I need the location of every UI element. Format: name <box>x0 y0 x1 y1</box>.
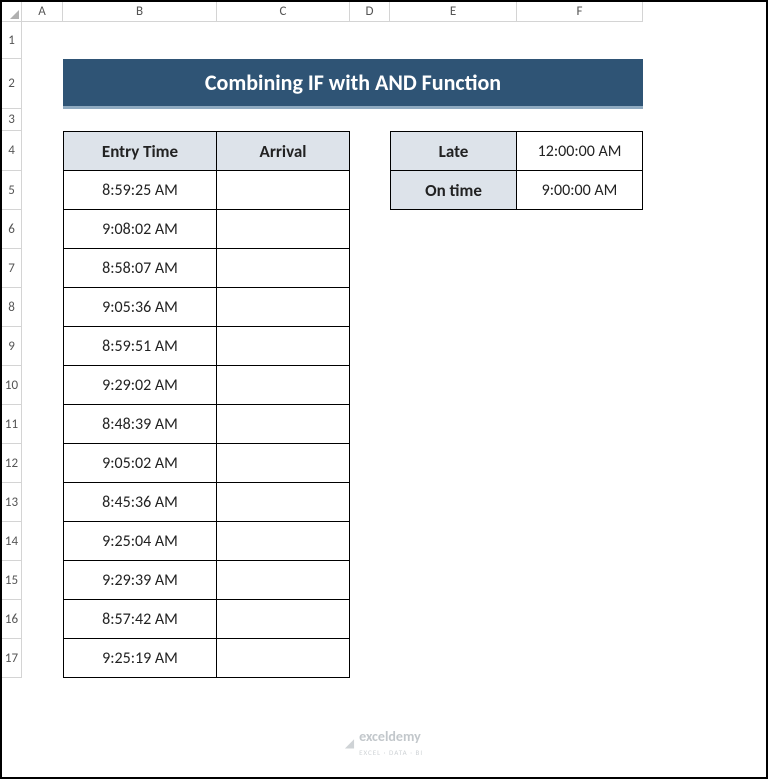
arrival-cell[interactable] <box>217 600 350 639</box>
watermark-tag: EXCEL · DATA · BI <box>359 748 423 757</box>
entry-time-cell[interactable]: 9:25:04 AM <box>63 522 217 561</box>
row-header-14[interactable]: 14 <box>2 522 22 561</box>
entry-time-cell[interactable]: 9:05:02 AM <box>63 444 217 483</box>
header-arrival[interactable]: Arrival <box>217 131 350 171</box>
arrival-cell[interactable] <box>217 522 350 561</box>
col-header-D[interactable]: D <box>350 2 390 22</box>
row-header-6[interactable]: 6 <box>2 210 22 249</box>
arrival-cell[interactable] <box>217 405 350 444</box>
label-ontime[interactable]: On time <box>390 171 517 210</box>
row-header-3[interactable]: 3 <box>2 109 22 131</box>
row-headers: 1 2 3 4 5 6 7 8 9 10 11 12 13 14 15 16 1… <box>2 22 22 678</box>
arrival-cell[interactable] <box>217 444 350 483</box>
row-header-16[interactable]: 16 <box>2 600 22 639</box>
spreadsheet-grid[interactable]: A B C D E F <box>2 2 766 22</box>
row-header-10[interactable]: 10 <box>2 366 22 405</box>
arrival-cell[interactable] <box>217 171 350 210</box>
entry-time-cell[interactable]: 8:45:36 AM <box>63 483 217 522</box>
arrival-cell[interactable] <box>217 483 350 522</box>
entry-time-cell[interactable]: 8:58:07 AM <box>63 249 217 288</box>
entry-time-cell[interactable]: 8:59:51 AM <box>63 327 217 366</box>
col-header-F[interactable]: F <box>517 2 643 22</box>
data-rows: 9:08:02 AM8:58:07 AM9:05:36 AM8:59:51 AM… <box>63 210 766 678</box>
row-header-1[interactable]: 1 <box>2 22 22 59</box>
row-header-2[interactable]: 2 <box>2 59 22 109</box>
select-all-triangle[interactable] <box>2 2 22 22</box>
arrival-cell[interactable] <box>217 366 350 405</box>
entry-time-cell[interactable]: 9:29:39 AM <box>63 561 217 600</box>
row-header-17[interactable]: 17 <box>2 639 22 678</box>
value-ontime[interactable]: 9:00:00 AM <box>517 171 643 210</box>
arrival-cell[interactable] <box>217 210 350 249</box>
arrival-cell[interactable] <box>217 561 350 600</box>
row-header-9[interactable]: 9 <box>2 327 22 366</box>
label-late[interactable]: Late <box>390 131 517 171</box>
arrival-cell[interactable] <box>217 288 350 327</box>
value-late[interactable]: 12:00:00 AM <box>517 131 643 171</box>
arrival-cell[interactable] <box>217 249 350 288</box>
entry-time-cell[interactable]: 8:59:25 AM <box>63 171 217 210</box>
header-entry-time[interactable]: Entry Time <box>63 131 217 171</box>
arrival-cell[interactable] <box>217 327 350 366</box>
col-header-B[interactable]: B <box>63 2 217 22</box>
title-banner: Combining IF with AND Function <box>63 59 643 109</box>
row-header-7[interactable]: 7 <box>2 249 22 288</box>
logo-icon: ◢ <box>345 736 354 751</box>
row-header-11[interactable]: 11 <box>2 405 22 444</box>
row-header-8[interactable]: 8 <box>2 288 22 327</box>
entry-time-cell[interactable]: 9:29:02 AM <box>63 366 217 405</box>
entry-time-cell[interactable]: 8:57:42 AM <box>63 600 217 639</box>
entry-time-cell[interactable]: 9:25:19 AM <box>63 639 217 678</box>
entry-time-cell[interactable]: 8:48:39 AM <box>63 405 217 444</box>
row-header-12[interactable]: 12 <box>2 444 22 483</box>
entry-time-cell[interactable]: 9:08:02 AM <box>63 210 217 249</box>
watermark: ◢ exceldemy EXCEL · DATA · BI <box>345 728 423 759</box>
arrival-cell[interactable] <box>217 639 350 678</box>
col-header-A[interactable]: A <box>22 2 63 22</box>
row-header-4[interactable]: 4 <box>2 131 22 171</box>
entry-time-cell[interactable]: 9:05:36 AM <box>63 288 217 327</box>
sheet-content: Combining IF with AND Function Entry Tim… <box>63 22 766 777</box>
col-header-C[interactable]: C <box>217 2 350 22</box>
row-header-5[interactable]: 5 <box>2 171 22 210</box>
col-header-E[interactable]: E <box>390 2 517 22</box>
row-header-15[interactable]: 15 <box>2 561 22 600</box>
watermark-brand: exceldemy <box>359 728 421 745</box>
row-header-13[interactable]: 13 <box>2 483 22 522</box>
